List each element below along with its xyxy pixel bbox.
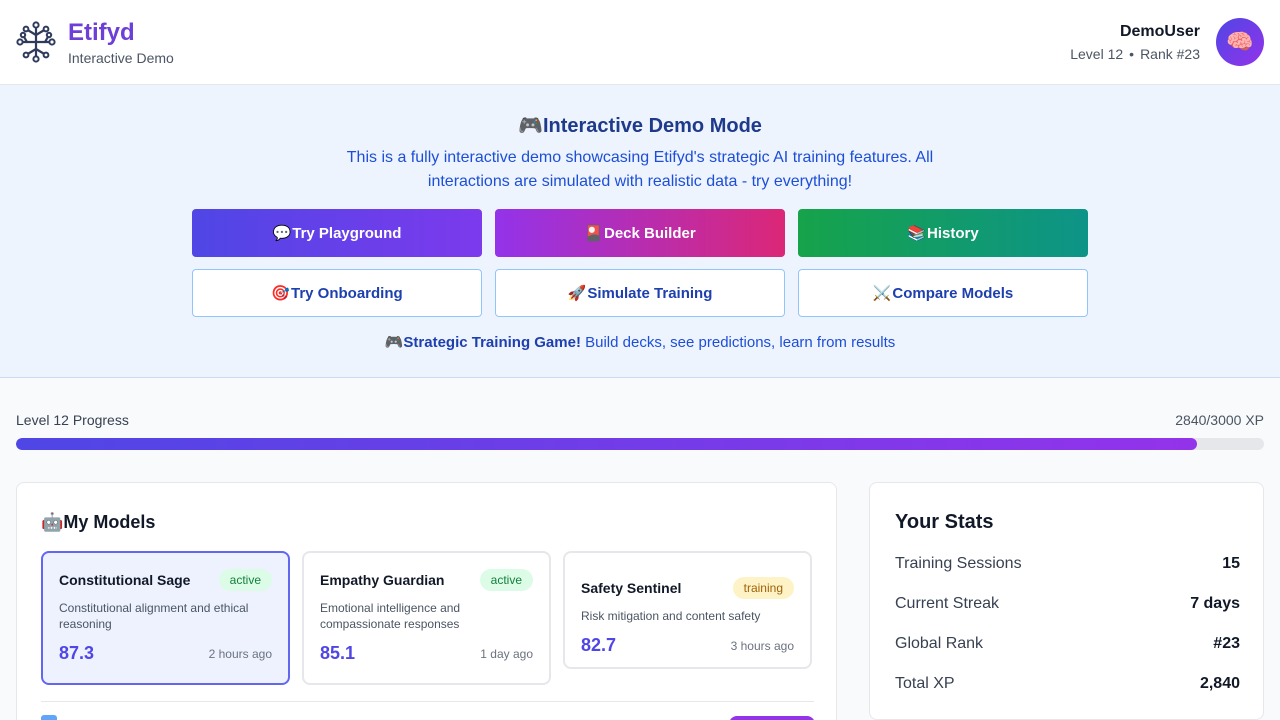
gamepad-icon: 🎮 (518, 115, 543, 137)
user-level-rank: Level 12 • Rank #23 (1070, 46, 1200, 62)
button-label: Compare Models (892, 284, 1014, 302)
neural-network-icon[interactable] (16, 21, 56, 63)
section-divider (41, 701, 814, 702)
model-updated: 1 day ago (480, 647, 533, 661)
level-progress-bar (16, 438, 1264, 450)
model-score: 85.1 (320, 643, 356, 663)
next-section-button[interactable] (729, 716, 815, 720)
stat-label: Global Rank (895, 635, 984, 652)
demo-title: 🎮Interactive Demo Mode (0, 113, 1280, 138)
your-stats-panel: Your Stats Training Sessions 15 Current S… (869, 482, 1264, 720)
model-description: Risk mitigation and content safety (581, 609, 761, 623)
model-card-constitutional-sage[interactable]: Constitutional Sage active Constitutiona… (41, 551, 290, 685)
cards-icon: 🎴 (584, 225, 603, 242)
stat-row-total-xp: Total XP 2,840 (895, 672, 1240, 696)
my-models-panel: 🤖My Models Constitutional Sage active Co… (16, 482, 837, 720)
stat-value: 7 days (1190, 595, 1240, 612)
demo-description: This is a fully interactive demo showcas… (346, 149, 934, 190)
crossed-swords-icon: ⚔️ (872, 285, 892, 302)
brand-name[interactable]: Etifyd (68, 19, 135, 47)
button-label: Simulate Training (587, 284, 713, 302)
model-name: Constitutional Sage (59, 572, 191, 588)
demo-footer-text: Build decks, see predictions, learn from… (580, 334, 896, 351)
stat-row-current-streak: Current Streak 7 days (895, 592, 1240, 616)
brand-subtitle: Interactive Demo (68, 50, 174, 66)
model-name: Empathy Guardian (320, 572, 445, 588)
status-badge: training (732, 577, 794, 599)
stats-title: Your Stats (895, 511, 994, 533)
button-label: Try Playground (292, 224, 402, 242)
deck-builder-button[interactable]: 🎴 Deck Builder (495, 209, 785, 257)
next-section-icon (41, 715, 57, 720)
button-label: Deck Builder (603, 224, 696, 242)
stat-value: #23 (1213, 635, 1240, 652)
button-label: Try Onboarding (291, 284, 403, 302)
my-models-title-text: My Models (63, 512, 156, 532)
app-header: Etifyd Interactive Demo DemoUser Level 1… (0, 0, 1280, 85)
demo-footer-bold: Strategic Training Game! (403, 334, 581, 351)
demo-banner: 🎮Interactive Demo Mode This is a fully i… (0, 85, 1280, 378)
user-rank: Rank #23 (1140, 46, 1200, 62)
books-icon: 📚 (907, 225, 926, 242)
rocket-icon: 🚀 (567, 285, 587, 302)
robot-icon: 🤖 (41, 512, 64, 532)
try-onboarding-button[interactable]: 🎯 Try Onboarding (192, 269, 482, 317)
demo-title-text: Interactive Demo Mode (542, 115, 762, 137)
stat-label: Current Streak (895, 595, 1000, 612)
target-icon: 🎯 (271, 285, 290, 302)
compare-models-button[interactable]: ⚔️ Compare Models (798, 269, 1088, 317)
user-level: Level 12 (1070, 46, 1124, 62)
status-badge: active (218, 569, 272, 591)
gamepad-icon: 🎮 (384, 334, 404, 351)
xp-progress-value: 2840/3000 XP (1175, 412, 1264, 428)
demo-footer: 🎮Strategic Training Game! Build decks, s… (0, 333, 1280, 351)
model-card-safety-sentinel[interactable]: Safety Sentinel training Risk mitigation… (563, 551, 812, 669)
stat-row-training-sessions: Training Sessions 15 (895, 552, 1240, 576)
model-score: 87.3 (59, 643, 95, 663)
model-card-empathy-guardian[interactable]: Empathy Guardian active Emotional intell… (302, 551, 551, 685)
model-updated: 2 hours ago (208, 647, 272, 661)
model-description: Constitutional alignment and ethical rea… (59, 601, 249, 631)
user-name: DemoUser (1119, 23, 1200, 40)
button-label: History (927, 224, 979, 242)
level-progress-fill (16, 438, 1198, 450)
status-badge: active (479, 569, 533, 591)
avatar[interactable]: 🧠 (1216, 18, 1264, 66)
simulate-training-button[interactable]: 🚀 Simulate Training (495, 269, 785, 317)
stat-value: 15 (1222, 555, 1240, 572)
stat-value: 2,840 (1199, 675, 1240, 692)
model-updated: 3 hours ago (730, 639, 794, 653)
stat-label: Total XP (895, 675, 955, 692)
stat-label: Training Sessions (895, 555, 1022, 572)
speech-bubble-icon: 💬 (272, 225, 292, 242)
model-description: Emotional intelligence and compassionate… (320, 601, 461, 631)
history-button[interactable]: 📚 History (798, 209, 1088, 257)
try-playground-button[interactable]: 💬 Try Playground (192, 209, 482, 257)
model-name: Safety Sentinel (581, 580, 682, 596)
stat-row-global-rank: Global Rank #23 (895, 632, 1240, 656)
separator-dot: • (1129, 46, 1135, 62)
level-progress-label: Level 12 Progress (16, 412, 129, 428)
model-score: 82.7 (581, 635, 617, 655)
my-models-title: 🤖My Models (41, 512, 155, 533)
